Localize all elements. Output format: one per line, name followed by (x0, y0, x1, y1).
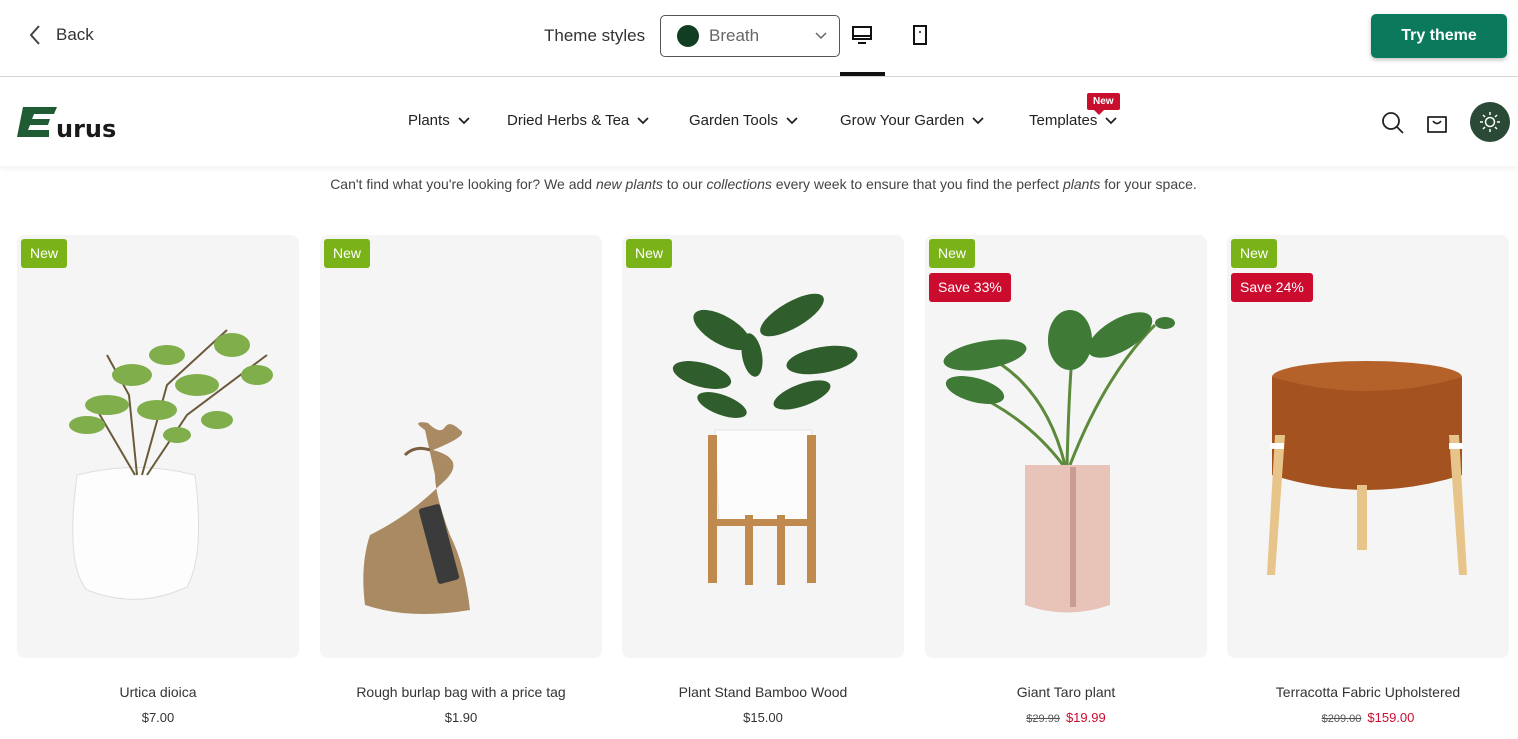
sun-icon (1480, 112, 1500, 132)
product-price: $1.90 (320, 710, 602, 725)
tagline-emphasis: new plants (595, 176, 663, 192)
chevron-left-icon (29, 25, 40, 45)
back-label: Back (56, 25, 94, 44)
nav-item-plants[interactable]: Plants (408, 112, 470, 129)
chevron-down-icon (815, 32, 827, 40)
eurus-logo[interactable]: urus (17, 105, 149, 139)
new-badge: New (1231, 239, 1278, 268)
product-price: $209.00 $159.00 (1227, 710, 1509, 725)
chevron-down-icon (972, 116, 984, 124)
tagline-emphasis: plants (1062, 176, 1101, 192)
nav-item-templates[interactable]: Templates (1029, 112, 1118, 129)
new-badge: New (626, 239, 673, 268)
nav-item-dried-herbs-tea[interactable]: Dried Herbs & Tea (507, 112, 649, 129)
new-badge: New (929, 239, 976, 268)
compare-at-price: $29.99 (1026, 713, 1060, 725)
nav-label: Plants (408, 112, 450, 129)
sale-price: $159.00 (1367, 710, 1415, 725)
product-image[interactable]: New (622, 235, 904, 658)
price-value: $7.00 (141, 710, 175, 725)
product-card[interactable]: New Save 24% Terracotta Fabric Upholster… (1227, 235, 1509, 725)
desktop-view-button[interactable] (840, 24, 884, 64)
price-value: $1.90 (444, 710, 478, 725)
product-price: $29.99 $19.99 (925, 710, 1207, 725)
chevron-down-icon (786, 116, 798, 124)
product-image[interactable]: New Save 33% (925, 235, 1207, 658)
mobile-icon (913, 25, 927, 45)
tagline-text: to our (662, 176, 707, 192)
nav-item-grow-your-garden[interactable]: Grow Your Garden (840, 112, 984, 129)
product-card[interactable]: New Save 33% Giant Taro plant $29.99 $19.… (925, 235, 1207, 725)
theme-style-select[interactable]: Breath (660, 15, 840, 57)
save-badge: Save 24% (1231, 273, 1313, 302)
nav-new-badge: New (1087, 93, 1120, 115)
sale-price: $19.99 (1065, 710, 1106, 725)
product-name[interactable]: Terracotta Fabric Upholstered (1227, 684, 1509, 700)
chevron-down-icon (637, 116, 649, 124)
theme-styles-label: Theme styles (544, 26, 646, 45)
product-name[interactable]: Rough burlap bag with a price tag (320, 684, 602, 700)
chevron-down-icon (1105, 116, 1118, 124)
ivy-plant-image (69, 329, 273, 600)
product-name[interactable]: Giant Taro plant (925, 684, 1207, 700)
price-value: $15.00 (743, 710, 783, 725)
plant-stand-image (672, 293, 858, 585)
chevron-down-icon (458, 116, 470, 124)
tagline-emphasis: collections (706, 176, 772, 192)
tagline-text: every week to ensure that you find the p… (771, 176, 1063, 192)
store-header: urus Plants Dried Herbs & Tea Garden Too… (0, 78, 1518, 166)
tagline-text: for your space. (1100, 176, 1197, 192)
compare-at-price: $209.00 (1321, 713, 1362, 725)
nav-label: Templates (1029, 112, 1098, 129)
product-image[interactable]: New Save 24% (1227, 235, 1509, 658)
try-theme-button[interactable]: Try theme (1371, 14, 1507, 58)
product-image[interactable]: New (17, 235, 299, 658)
theme-preview-bar: Back Theme styles Breath Try theme (0, 0, 1518, 77)
product-card[interactable]: New Urtica dioica $7.00 (17, 235, 299, 725)
new-badge: New (324, 239, 371, 268)
product-card[interactable]: New Plant Stand Bamboo Wood $15.00 (622, 235, 904, 725)
desktop-icon (852, 26, 872, 44)
tagline-text: Can't find what you're looking for? We a… (330, 176, 596, 192)
theme-color-swatch (677, 25, 699, 47)
nav-label: Grow Your Garden (840, 112, 965, 129)
back-button[interactable]: Back (28, 24, 94, 46)
product-price: $7.00 (17, 710, 299, 725)
product-name[interactable]: Urtica dioica (17, 684, 299, 700)
product-image[interactable]: New (320, 235, 602, 658)
nav-item-garden-tools[interactable]: Garden Tools (689, 112, 798, 129)
cart-icon[interactable] (1424, 110, 1450, 136)
theme-style-value: Breath (709, 26, 760, 45)
product-price: $15.00 (622, 710, 904, 725)
nav-label: Garden Tools (689, 112, 778, 129)
product-card[interactable]: New Rough burlap bag with a price tag $1… (320, 235, 602, 725)
product-name[interactable]: Plant Stand Bamboo Wood (622, 684, 904, 700)
new-badge: New (21, 239, 68, 268)
svg-text:urus: urus (56, 115, 116, 139)
theme-toggle-button[interactable] (1470, 102, 1510, 142)
burlap-bag-image (363, 422, 470, 614)
nav-label: Dried Herbs & Tea (507, 112, 630, 129)
search-icon[interactable] (1380, 110, 1406, 136)
save-badge: Save 33% (929, 273, 1011, 302)
collection-tagline: Can't find what you're looking for? We a… (0, 176, 1518, 192)
active-device-indicator (840, 72, 885, 76)
mobile-view-button[interactable] (898, 24, 942, 64)
